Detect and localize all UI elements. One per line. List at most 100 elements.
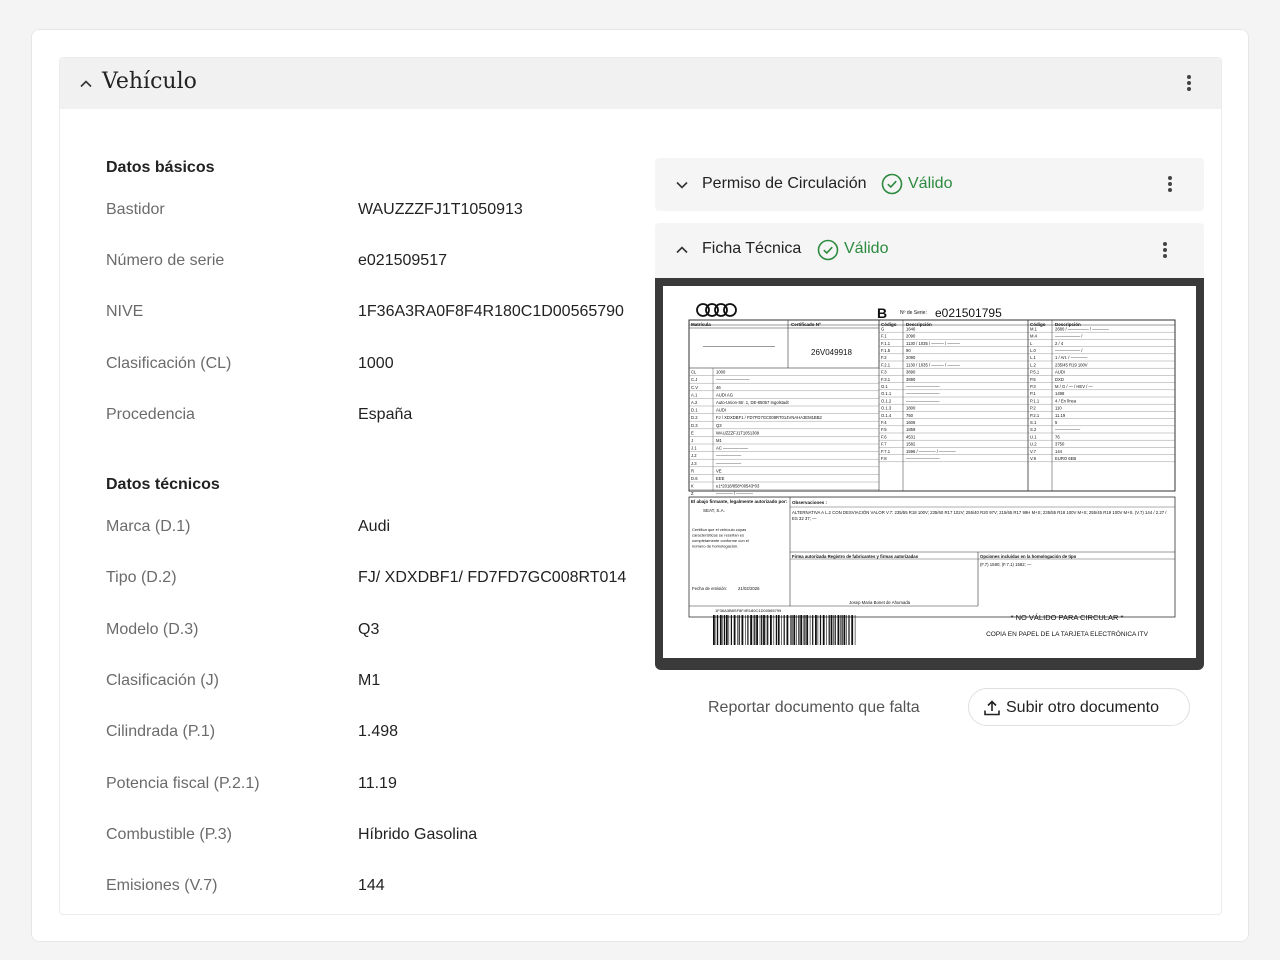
field-label: Procedencia [106, 406, 195, 423]
doc-table-rows: CL 1000 C.J ———————— C.V 46 A.1 AUDI AG A.2 Auto-… [689, 326, 1175, 498]
doc-right-code: U.2 [1030, 442, 1037, 447]
check-circle-icon [881, 173, 903, 195]
doc-opciones-label: Opciones incluidas en la homologación de… [980, 554, 1077, 559]
vehicle-section: Vehículo Datos básicos Bastidor WAUZZZFJ… [59, 57, 1222, 915]
doc-right-code: P.1.1 [1030, 398, 1040, 403]
doc-mid-code: F.3.1 [881, 377, 891, 382]
doc-copia: COPIA EN PAPEL DE LA TARJETA ELECTRÓNICA… [986, 629, 1148, 638]
document-menu-icon[interactable] [1160, 174, 1180, 194]
document-name: Permiso de Circulación [702, 175, 867, 192]
check-circle-icon [817, 239, 839, 261]
doc-serie-label: Nº de Serie: [900, 310, 927, 316]
barcode-bar [717, 615, 719, 645]
field-value: e021509517 [358, 252, 447, 269]
field-label: Número de serie [106, 252, 225, 269]
doc-mid-value: 1596 / ———— / ———— [906, 449, 957, 454]
barcode-bar [723, 615, 726, 645]
barcode-bar [837, 615, 840, 645]
barcode-bar [840, 615, 841, 645]
barcode-bar [786, 615, 789, 645]
doc-right-code: P.5 [1030, 377, 1036, 382]
barcode-bar [728, 615, 730, 645]
barcode-bar [791, 615, 793, 645]
barcode-bar [759, 615, 761, 645]
field-label: Marca (D.1) [106, 518, 191, 535]
field-value: M1 [358, 672, 381, 689]
barcode-bar [715, 615, 717, 645]
doc-left-value: AUDI AG [716, 392, 733, 397]
doc-right-code: V.9 [1030, 456, 1037, 461]
document-image: B Nº de Serie: e021501795 Matrícula Cert… [663, 286, 1196, 658]
field-label: Cilindrada (P.1) [106, 723, 216, 740]
doc-right-code: P.2.1 [1030, 413, 1040, 418]
doc-left-code: A.2 [691, 400, 698, 405]
doc-right-code: S.2 [1030, 427, 1037, 432]
doc-matricula-dashes: ———————————— [703, 344, 775, 350]
doc-mid-value: ———————— [906, 384, 940, 389]
chevron-down-icon[interactable] [675, 178, 689, 192]
doc-mid-code: G [881, 326, 884, 331]
field-value: 1F36A3RA0F8F4R180C1D00565790 [358, 303, 624, 320]
doc-mid-code: F.2 [881, 355, 887, 360]
doc-left-value: Auto-Union-Str. 1, DE-85057 Ingolstadt [716, 400, 789, 405]
doc-letter: B [877, 305, 887, 321]
field-label: Tipo (D.2) [106, 569, 177, 586]
barcode-bar [846, 615, 847, 645]
upload-document-button[interactable]: Subir otro documento [968, 688, 1190, 726]
doc-left-code: C.J [691, 377, 697, 382]
doc-left-code: C.V [691, 385, 698, 390]
doc-left-value: VE [716, 468, 722, 473]
doc-left-code: J [691, 438, 693, 443]
chevron-up-icon[interactable] [675, 243, 689, 257]
doc-right-value: —————— / [1055, 348, 1083, 353]
barcode-bar [730, 615, 732, 645]
doc-observaciones-text: ALTERNATIVA A L.2 CON DESVIACIÓN VALOR V… [792, 510, 1167, 521]
document-menu-icon[interactable] [1155, 240, 1175, 260]
doc-mid-code: F.7.1 [881, 449, 891, 454]
barcode-bar [848, 615, 850, 645]
chevron-up-icon[interactable] [79, 77, 93, 91]
doc-left-code: D.2 [691, 415, 698, 420]
barcode-bar [804, 615, 806, 645]
doc-mid-code: F.1.1 [881, 341, 891, 346]
doc-right-code: L.1 [1030, 355, 1036, 360]
doc-right-code: L [1030, 341, 1033, 346]
doc-firmante-label: El abajo firmante, legalmente autorizado… [691, 499, 788, 504]
doc-left-code: CL [691, 370, 697, 375]
report-missing-document-link[interactable]: Reportar documento que falta [708, 699, 920, 717]
technical-data-title: Datos técnicos [106, 476, 220, 493]
barcode-bar [817, 615, 819, 645]
document-card-ficha[interactable]: Ficha Técnica Válido [655, 223, 1204, 278]
doc-mid-code: F.3 [881, 370, 887, 375]
barcode-bar [802, 615, 804, 645]
doc-mid-code: O.1.2 [881, 398, 892, 403]
doc-right-value: 1 / Art. / ———— [1055, 355, 1088, 360]
document-card-permiso[interactable]: Permiso de Circulación Válido [655, 158, 1204, 211]
doc-right-value: 76 [1055, 434, 1060, 439]
doc-mid-value: 3890 [906, 377, 916, 382]
doc-mid-value: 1800 [906, 406, 916, 411]
document-name: Ficha Técnica [702, 240, 802, 257]
barcode-bar [737, 615, 738, 645]
doc-left-value: M1 [716, 438, 722, 443]
field-label: Bastidor [106, 201, 165, 218]
doc-firmante-value: SEAT, S.A. [703, 508, 725, 513]
barcode-bar [828, 615, 830, 645]
section-title: Vehículo [102, 69, 197, 94]
doc-right-code: M.4 [1030, 334, 1038, 339]
doc-right-value: AUDI [1055, 370, 1065, 375]
status-badge: Válido [908, 175, 953, 192]
doc-left-code: Z [691, 491, 694, 496]
document-preview[interactable]: B Nº de Serie: e021501795 Matrícula Cert… [655, 278, 1204, 670]
doc-mid-code: F.2.1 [881, 362, 891, 367]
field-value: FJ/ XDXDBF1/ FD7FD7GC008RT014 [358, 569, 627, 586]
section-menu-icon[interactable] [1179, 73, 1199, 93]
doc-right-value: 144 [1055, 449, 1063, 454]
section-header[interactable]: Vehículo [60, 58, 1221, 109]
doc-right-code: U.1 [1030, 434, 1037, 439]
doc-left-code: J.3 [691, 461, 697, 466]
field-label: Modelo (D.3) [106, 621, 199, 638]
doc-observaciones-label: Observaciones : [792, 500, 828, 505]
field-value: Q3 [358, 621, 380, 638]
barcode-bar [754, 615, 756, 645]
